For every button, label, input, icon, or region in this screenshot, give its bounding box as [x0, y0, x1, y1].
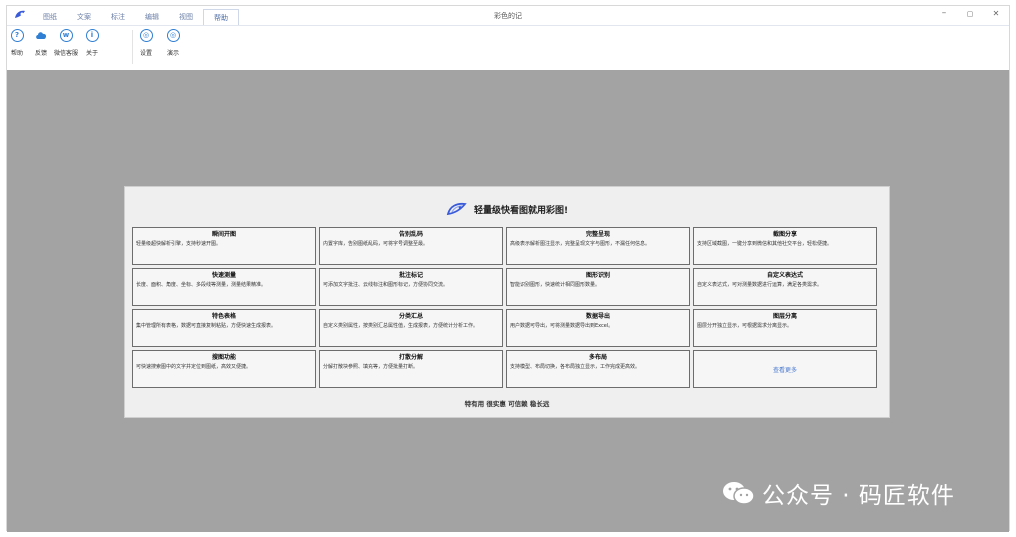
feature-card[interactable]: 特色表格集中管理所有表格，数据可直接复制粘贴，方便快速生成报表。 [132, 309, 316, 347]
cloud-icon [35, 32, 46, 39]
help-icon: ? [10, 29, 24, 42]
feature-title: 图层分离 [772, 313, 797, 320]
help-button[interactable]: ? 帮助 [5, 29, 29, 57]
welcome-title: 轻量级快看图就用彩图! [473, 205, 569, 216]
feature-desc: 自定义类别属性，按类别汇总属性值，生成报表，方便统计分析工作。 [323, 323, 479, 329]
feature-title: 批注标记 [398, 272, 423, 279]
feature-desc: 图层分开独立显示，可根据需求分离显示。 [697, 323, 793, 329]
ribbon-separator [132, 30, 133, 64]
demo-label: 演示 [166, 50, 179, 57]
feature-card[interactable]: 瞬间开图轻量级超快解析引擎，支持秒速开图。 [132, 227, 316, 265]
feature-card[interactable]: 图形识别智能识别图形，快速统计相同图形数量。 [506, 268, 690, 306]
view-more-button[interactable]: 查看更多 [693, 350, 877, 388]
slogan: 特有用 很实惠 可信赖 稳长远 [464, 400, 550, 408]
feature-card[interactable]: 分类汇总自定义类别属性，按类别汇总属性值，生成报表，方便统计分析工作。 [319, 309, 503, 347]
feature-desc: 长度、面积、角度、坐标、多段线等测量，测量结果精准。 [136, 282, 267, 288]
wechat-service-button[interactable]: w 微信客服 [54, 29, 78, 57]
minimize-button[interactable]: – [935, 8, 953, 18]
feedback-label: 反馈 [34, 50, 47, 57]
feature-desc: 集中管理所有表格，数据可直接复制粘贴，方便快速生成报表。 [136, 323, 277, 329]
settings-label: 设置 [139, 50, 152, 57]
feedback-button[interactable]: 反馈 [29, 29, 53, 57]
wechat-icon: w [59, 29, 73, 42]
feature-title: 数据导出 [585, 313, 610, 320]
view-more-label: 查看更多 [772, 366, 797, 374]
title-bar: 图纸 文案 标注 编辑 视图 帮助 彩色的记 – ▢ ✕ [7, 6, 1009, 26]
feature-title: 分类汇总 [398, 313, 423, 320]
settings-icon: ◎ [139, 29, 153, 42]
feature-card[interactable]: 搜图功能可快速搜索图中的文字并定位到图纸，高效又便捷。 [132, 350, 316, 388]
feature-card[interactable]: 完整呈现高级表示解析图注显示，完整呈现文字与图形，不漏任何信息。 [506, 227, 690, 265]
drawing-workspace[interactable]: 轻量级快看图就用彩图! 瞬间开图轻量级超快解析引擎，支持秒速开图。 告别乱码内置… [7, 70, 1009, 532]
feature-card[interactable]: 截图分享支持区域截图，一键分享到微信和其他社交平台，轻松便捷。 [693, 227, 877, 265]
app-logo-icon [446, 202, 467, 216]
settings-button[interactable]: ◎ 设置 [134, 29, 158, 57]
feature-card[interactable]: 快速测量长度、面积、角度、坐标、多段线等测量，测量结果精准。 [132, 268, 316, 306]
welcome-panel: 轻量级快看图就用彩图! 瞬间开图轻量级超快解析引擎，支持秒速开图。 告别乱码内置… [124, 186, 890, 418]
feature-card[interactable]: 批注标记可添加文字批注、云线标注和图形标记，方便协同交流。 [319, 268, 503, 306]
window-title: 彩色的记 [494, 12, 522, 20]
watermark: 公众号 · 码匠软件 [722, 476, 955, 510]
feature-card[interactable]: 多布局支持模型、布局切换，各布局独立显示，工作完成更高效。 [506, 350, 690, 388]
feature-title: 快速测量 [211, 272, 236, 279]
feature-title: 瞬间开图 [211, 231, 236, 238]
wechat-service-label: 微信客服 [54, 50, 79, 57]
feature-desc: 分解打散块参照、填充等，方便批量打断。 [323, 364, 419, 370]
watermark-text: 公众号 · 码匠软件 [762, 483, 955, 509]
feature-desc: 高级表示解析图注显示，完整呈现文字与图形，不漏任何信息。 [510, 241, 651, 247]
feature-desc: 自定义表达式，可对测量数据进行运算，满足各类需求。 [697, 282, 823, 288]
demo-button[interactable]: ◎ 演示 [161, 29, 185, 57]
feature-card[interactable]: 图层分离图层分开独立显示，可根据需求分离显示。 [693, 309, 877, 347]
feature-grid: 瞬间开图轻量级超快解析引擎，支持秒速开图。 告别乱码内置字库，告别图纸乱码，可将… [132, 227, 877, 388]
feature-desc: 轻量级超快解析引擎，支持秒速开图。 [136, 241, 222, 247]
feature-title: 截图分享 [772, 231, 797, 238]
feature-title: 告别乱码 [398, 231, 423, 238]
ribbon-toolbar: ? 帮助 反馈 w 微信客服 i 关于 ◎ 设置 ◎ 演示 [7, 25, 1009, 71]
feature-title: 多布局 [588, 354, 607, 361]
feature-desc: 用户数据可导出，可将测量数据导出到Excel。 [510, 323, 614, 329]
feature-desc: 可添加文字批注、云线标注和图形标记，方便协同交流。 [323, 282, 449, 288]
about-button[interactable]: i 关于 [80, 29, 104, 57]
feature-title: 搜图功能 [211, 354, 236, 361]
feature-card[interactable]: 打散分解分解打散块参照、填充等，方便批量打断。 [319, 350, 503, 388]
feature-desc: 支持区域截图，一键分享到微信和其他社交平台，轻松便捷。 [697, 241, 833, 247]
feature-card[interactable]: 自定义表达式自定义表达式，可对测量数据进行运算，满足各类需求。 [693, 268, 877, 306]
wechat-logo-icon [723, 482, 755, 505]
feature-title: 自定义表达式 [766, 272, 803, 279]
feature-title: 特色表格 [211, 313, 236, 320]
app-window: 图纸 文案 标注 编辑 视图 帮助 彩色的记 – ▢ ✕ ? 帮助 反馈 w 微… [6, 5, 1010, 532]
info-icon: i [85, 29, 99, 42]
feature-title: 完整呈现 [585, 231, 610, 238]
close-button[interactable]: ✕ [987, 9, 1005, 18]
maximize-button[interactable]: ▢ [961, 10, 979, 18]
welcome-header: 轻量级快看图就用彩图! [125, 201, 889, 217]
feature-card[interactable]: 数据导出用户数据可导出，可将测量数据导出到Excel。 [506, 309, 690, 347]
feature-desc: 支持模型、布局切换，各布局独立显示，工作完成更高效。 [510, 364, 641, 370]
play-icon: ◎ [166, 29, 180, 42]
feature-card[interactable]: 告别乱码内置字库，告别图纸乱码，可将字号调整至最。 [319, 227, 503, 265]
feature-title: 图形识别 [585, 272, 610, 279]
feature-desc: 可快速搜索图中的文字并定位到图纸，高效又便捷。 [136, 364, 252, 370]
about-label: 关于 [85, 50, 98, 57]
feature-desc: 内置字库，告别图纸乱码，可将字号调整至最。 [323, 241, 429, 247]
help-label: 帮助 [10, 50, 23, 57]
feature-title: 打散分解 [398, 354, 423, 361]
feature-desc: 智能识别图形，快速统计相同图形数量。 [510, 282, 601, 288]
